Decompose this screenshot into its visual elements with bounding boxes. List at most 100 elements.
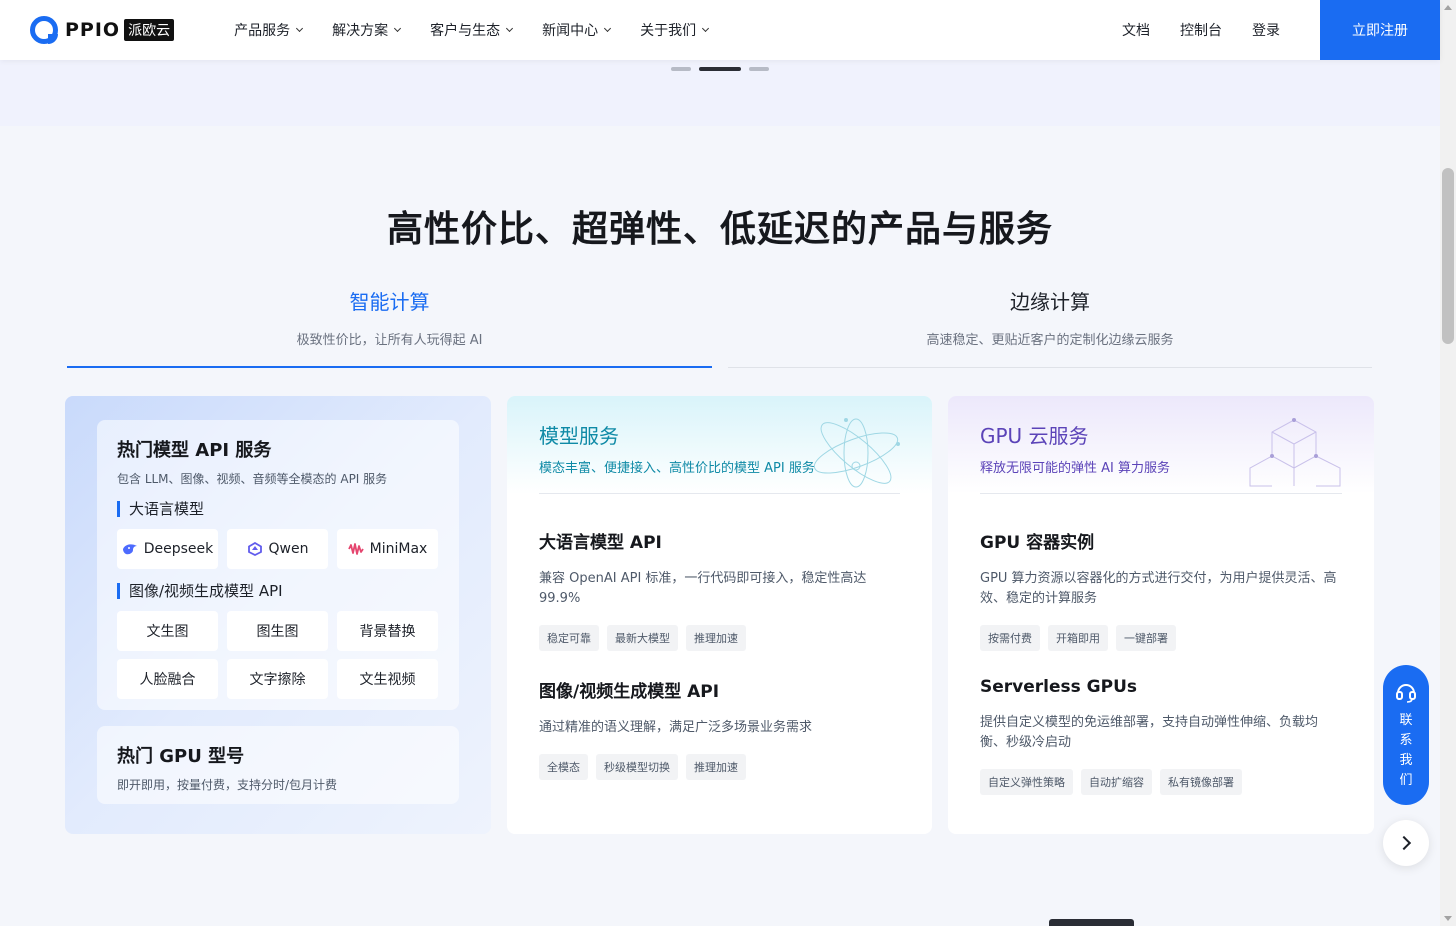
ppio-logo[interactable]: PPIO 派欧云 <box>30 16 175 44</box>
service-tag: 开箱即用 <box>1048 625 1108 651</box>
atom-illustration-icon <box>813 418 900 488</box>
tab-intelligent-computing[interactable]: 智能计算 极致性价比，让所有人玩得起 AI <box>67 286 712 368</box>
image-video-chips: 文生图 图生图 背景替换 人脸融合 文字擦除 文生视频 <box>117 611 439 699</box>
chip-face-fusion[interactable]: 人脸融合 <box>117 659 218 699</box>
service-title: 大语言模型 API <box>539 533 662 553</box>
tab-subtitle: 高速稳定、更贴近客户的定制化边缘云服务 <box>926 333 1174 348</box>
tab-title: 智能计算 <box>349 290 430 314</box>
nav-news[interactable]: 新闻中心 <box>542 20 612 40</box>
service-tags: 自定义弹性策略 自动扩缩容 私有镜像部署 <box>980 769 1342 795</box>
chevron-down-icon <box>394 24 402 33</box>
hot-model-title: 热门模型 API 服务 <box>117 440 272 461</box>
hot-gpu-panel[interactable]: 热门 GPU 型号 即开即用，按量付费，支持分时/包月计费 <box>97 726 459 804</box>
gpu-cloud-card[interactable]: GPU 云服务 释放无限可能的弹性 AI 算力服务 GPU 容器实例 GPU 算… <box>948 396 1374 834</box>
next-arrow-button[interactable] <box>1383 820 1429 866</box>
chip-background-replace[interactable]: 背景替换 <box>337 611 438 651</box>
gpu-card-header: GPU 云服务 释放无限可能的弹性 AI 算力服务 <box>948 396 1374 494</box>
page-scrollbar[interactable] <box>1440 0 1456 926</box>
nav-customers-label: 客户与生态 <box>430 23 501 39</box>
model-service-card[interactable]: 模型服务 模态丰富、便捷接入、高性价比的模型 API 服务 大语言模型 API … <box>507 396 932 834</box>
hot-model-api-panel[interactable]: 热门模型 API 服务 包含 LLM、图像、视频、音频等全模态的 API 服务 … <box>97 420 459 710</box>
nav-products-label: 产品服务 <box>234 23 291 39</box>
console-link[interactable]: 控制台 <box>1180 20 1222 40</box>
model-chip-minimax[interactable]: MiniMax <box>337 529 438 569</box>
nav-customers[interactable]: 客户与生态 <box>430 20 514 40</box>
logo-text: PPIO <box>65 19 121 41</box>
service-tag: 推理加速 <box>686 625 746 651</box>
gpu-container-service[interactable]: GPU 容器实例 GPU 算力资源以容器化的方式进行交付，为用户提供灵活、高效、… <box>948 528 1374 651</box>
chip-text-to-video[interactable]: 文生视频 <box>337 659 438 699</box>
contact-us-label: 联系我们 <box>1399 713 1413 788</box>
service-description: GPU 算力资源以容器化的方式进行交付，为用户提供灵活、高效、稳定的计算服务 <box>980 571 1337 606</box>
logo-cn: 派欧云 <box>124 19 175 41</box>
hot-gpu-title: 热门 GPU 型号 <box>117 746 245 767</box>
hot-model-subtitle: 包含 LLM、图像、视频、音频等全模态的 API 服务 <box>117 472 388 486</box>
bottom-tab-indicator <box>1049 919 1134 926</box>
service-description: 兼容 OpenAI API 标准，一行代码即可接入，稳定性高达 99.9% <box>539 571 867 606</box>
scroll-thumb[interactable] <box>1442 168 1454 344</box>
tab-subtitle: 极致性价比，让所有人玩得起 AI <box>296 333 483 348</box>
service-tags: 按需付费 开箱即用 一键部署 <box>980 625 1342 651</box>
main-nav: 产品服务 解决方案 客户与生态 新闻中心 关于我们 <box>234 20 738 40</box>
model-chip-label: Deepseek <box>143 541 214 557</box>
service-tags: 稳定可靠 最新大模型 推理加速 <box>539 625 900 651</box>
tab-edge-computing[interactable]: 边缘计算 高速稳定、更贴近客户的定制化边缘云服务 <box>728 286 1372 368</box>
carousel-dot-active[interactable] <box>699 67 741 71</box>
deepseek-whale-icon <box>122 544 137 555</box>
service-description: 提供自定义模型的免运维部署，支持自动弹性伸缩、负载均衡、秒级冷启动 <box>980 715 1319 750</box>
scroll-down-arrow-icon[interactable] <box>1444 916 1452 921</box>
chip-text-erase[interactable]: 文字擦除 <box>227 659 328 699</box>
minimax-wave-icon <box>347 543 364 555</box>
header-divider <box>980 493 1342 494</box>
model-chip-qwen[interactable]: Qwen <box>227 529 328 569</box>
nav-about[interactable]: 关于我们 <box>640 20 710 40</box>
service-title: Serverless GPUs <box>980 677 1138 697</box>
qwen-icon <box>247 542 262 556</box>
service-title: 图像/视频生成模型 API <box>539 682 720 702</box>
chevron-down-icon <box>296 24 304 33</box>
service-tag: 自动扩缩容 <box>1081 769 1152 795</box>
docs-link[interactable]: 文档 <box>1122 20 1150 40</box>
llm-model-chips: Deepseek Qwen MiniMax <box>117 529 439 569</box>
service-description: 通过精准的语义理解，满足广泛多场景业务需求 <box>539 720 813 735</box>
nav-solutions[interactable]: 解决方案 <box>332 20 402 40</box>
service-tag: 一键部署 <box>1116 625 1176 651</box>
carousel-dot[interactable] <box>749 67 769 71</box>
carousel-dot[interactable] <box>671 67 691 71</box>
llm-api-service[interactable]: 大语言模型 API 兼容 OpenAI API 标准，一行代码即可接入，稳定性高… <box>507 528 932 651</box>
model-card-header: 模型服务 模态丰富、便捷接入、高性价比的模型 API 服务 <box>507 396 932 494</box>
nav-news-label: 新闻中心 <box>542 23 599 39</box>
chevron-right-icon <box>1396 835 1412 851</box>
login-link[interactable]: 登录 <box>1252 20 1280 40</box>
nav-about-label: 关于我们 <box>640 23 697 39</box>
service-tag: 推理加速 <box>686 754 746 780</box>
header-divider <box>539 493 900 494</box>
chevron-down-icon <box>702 24 710 33</box>
carousel-band <box>0 60 1440 126</box>
top-header: PPIO 派欧云 产品服务 解决方案 客户与生态 新闻中心 关于我们 文档 控制… <box>0 0 1440 60</box>
model-chip-label: Qwen <box>268 541 309 557</box>
tab-title: 边缘计算 <box>1010 290 1090 314</box>
contact-us-button[interactable]: 联系我们 <box>1383 665 1429 805</box>
hot-gpu-subtitle: 即开即用，按量付费，支持分时/包月计费 <box>117 778 338 792</box>
headset-icon <box>1396 684 1416 703</box>
ppio-logo-icon <box>30 16 58 44</box>
service-title: GPU 容器实例 <box>980 533 1095 553</box>
nav-products[interactable]: 产品服务 <box>234 20 304 40</box>
chip-text-to-image[interactable]: 文生图 <box>117 611 218 651</box>
header-actions: 文档 控制台 登录 立即注册 <box>1092 0 1440 60</box>
service-tags: 全模态 秒级模型切换 推理加速 <box>539 754 900 780</box>
nav-solutions-label: 解决方案 <box>332 23 389 39</box>
service-tag: 全模态 <box>539 754 588 780</box>
carousel-dots <box>671 67 777 71</box>
chevron-down-icon <box>604 24 612 33</box>
image-video-category-label: 图像/视频生成模型 API <box>117 583 439 599</box>
model-chip-deepseek[interactable]: Deepseek <box>117 529 218 569</box>
chip-image-to-image[interactable]: 图生图 <box>227 611 328 651</box>
signup-button[interactable]: 立即注册 <box>1320 0 1440 60</box>
scroll-up-arrow-icon[interactable] <box>1444 5 1452 10</box>
serverless-gpu-service[interactable]: Serverless GPUs 提供自定义模型的免运维部署，支持自动弹性伸缩、负… <box>948 677 1374 795</box>
service-tag: 自定义弹性策略 <box>980 769 1073 795</box>
service-tag: 私有镜像部署 <box>1160 769 1242 795</box>
image-video-api-service[interactable]: 图像/视频生成模型 API 通过精准的语义理解，满足广泛多场景业务需求 全模态 … <box>507 677 932 780</box>
